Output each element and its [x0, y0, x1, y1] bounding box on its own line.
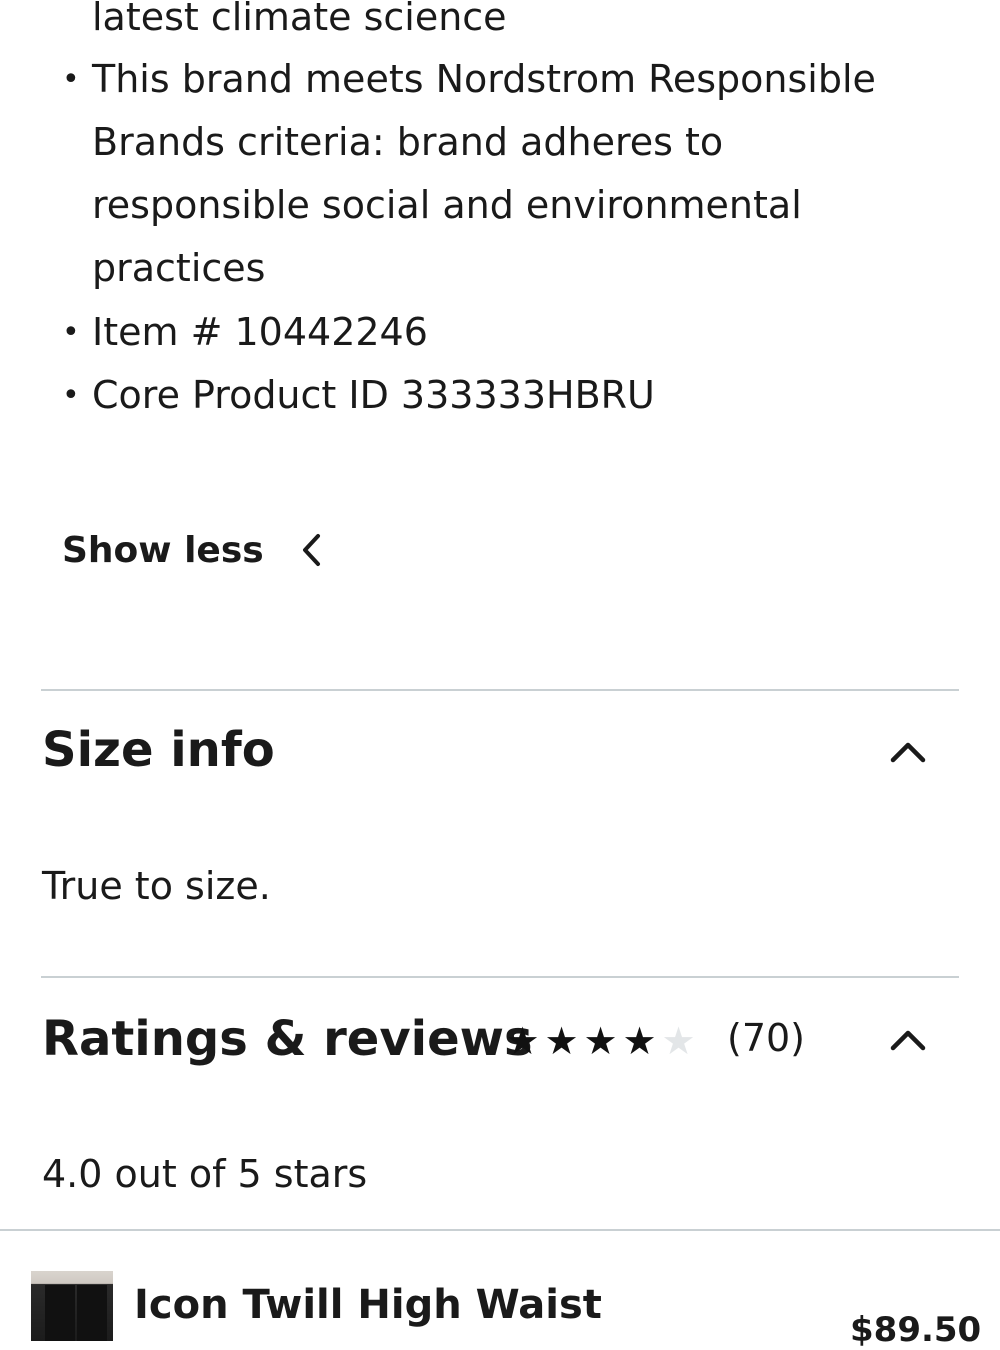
star-icon: ★ — [583, 1019, 618, 1063]
bullet-icon: • — [62, 315, 80, 350]
rating-summary: 4.0 out of 5 stars — [42, 1152, 368, 1196]
divider — [41, 976, 959, 978]
list-item-text: Item # 10442246 — [92, 310, 428, 354]
size-info-text: True to size. — [42, 864, 271, 908]
chevron-up-icon[interactable] — [888, 1024, 928, 1054]
bullet-icon: • — [62, 378, 80, 413]
divider — [41, 689, 959, 691]
list-item-text: This brand meets Nordstrom Responsible B… — [92, 57, 889, 290]
divider — [0, 1229, 1000, 1231]
size-info-title: Size info — [42, 722, 275, 778]
star-rating: ★ ★ ★ ★ ★ — [503, 1021, 698, 1061]
star-icon: ★ — [622, 1019, 657, 1063]
product-name[interactable]: Icon Twill High Waist — [134, 1282, 602, 1328]
star-icon: ★ — [505, 1019, 540, 1063]
bullet-icon: • — [62, 62, 80, 97]
star-icon: ★ — [661, 1019, 696, 1063]
product-thumbnail[interactable] — [31, 1271, 113, 1341]
product-price: $89.50 — [850, 1310, 982, 1350]
list-item-text: latest climate science — [92, 0, 507, 39]
list-item-text: Core Product ID 333333HBRU — [92, 373, 655, 417]
review-count[interactable]: (70) — [727, 1016, 805, 1060]
chevron-up-icon[interactable] — [888, 736, 928, 766]
ratings-reviews-title: Ratings & reviews — [42, 1011, 533, 1067]
show-less-label: Show less — [62, 529, 264, 571]
product-details-list: latest climate science • This brand meet… — [0, 0, 1000, 440]
show-less-button[interactable]: Show less — [62, 520, 332, 580]
chevron-left-icon — [300, 531, 326, 569]
star-icon: ★ — [544, 1019, 579, 1063]
